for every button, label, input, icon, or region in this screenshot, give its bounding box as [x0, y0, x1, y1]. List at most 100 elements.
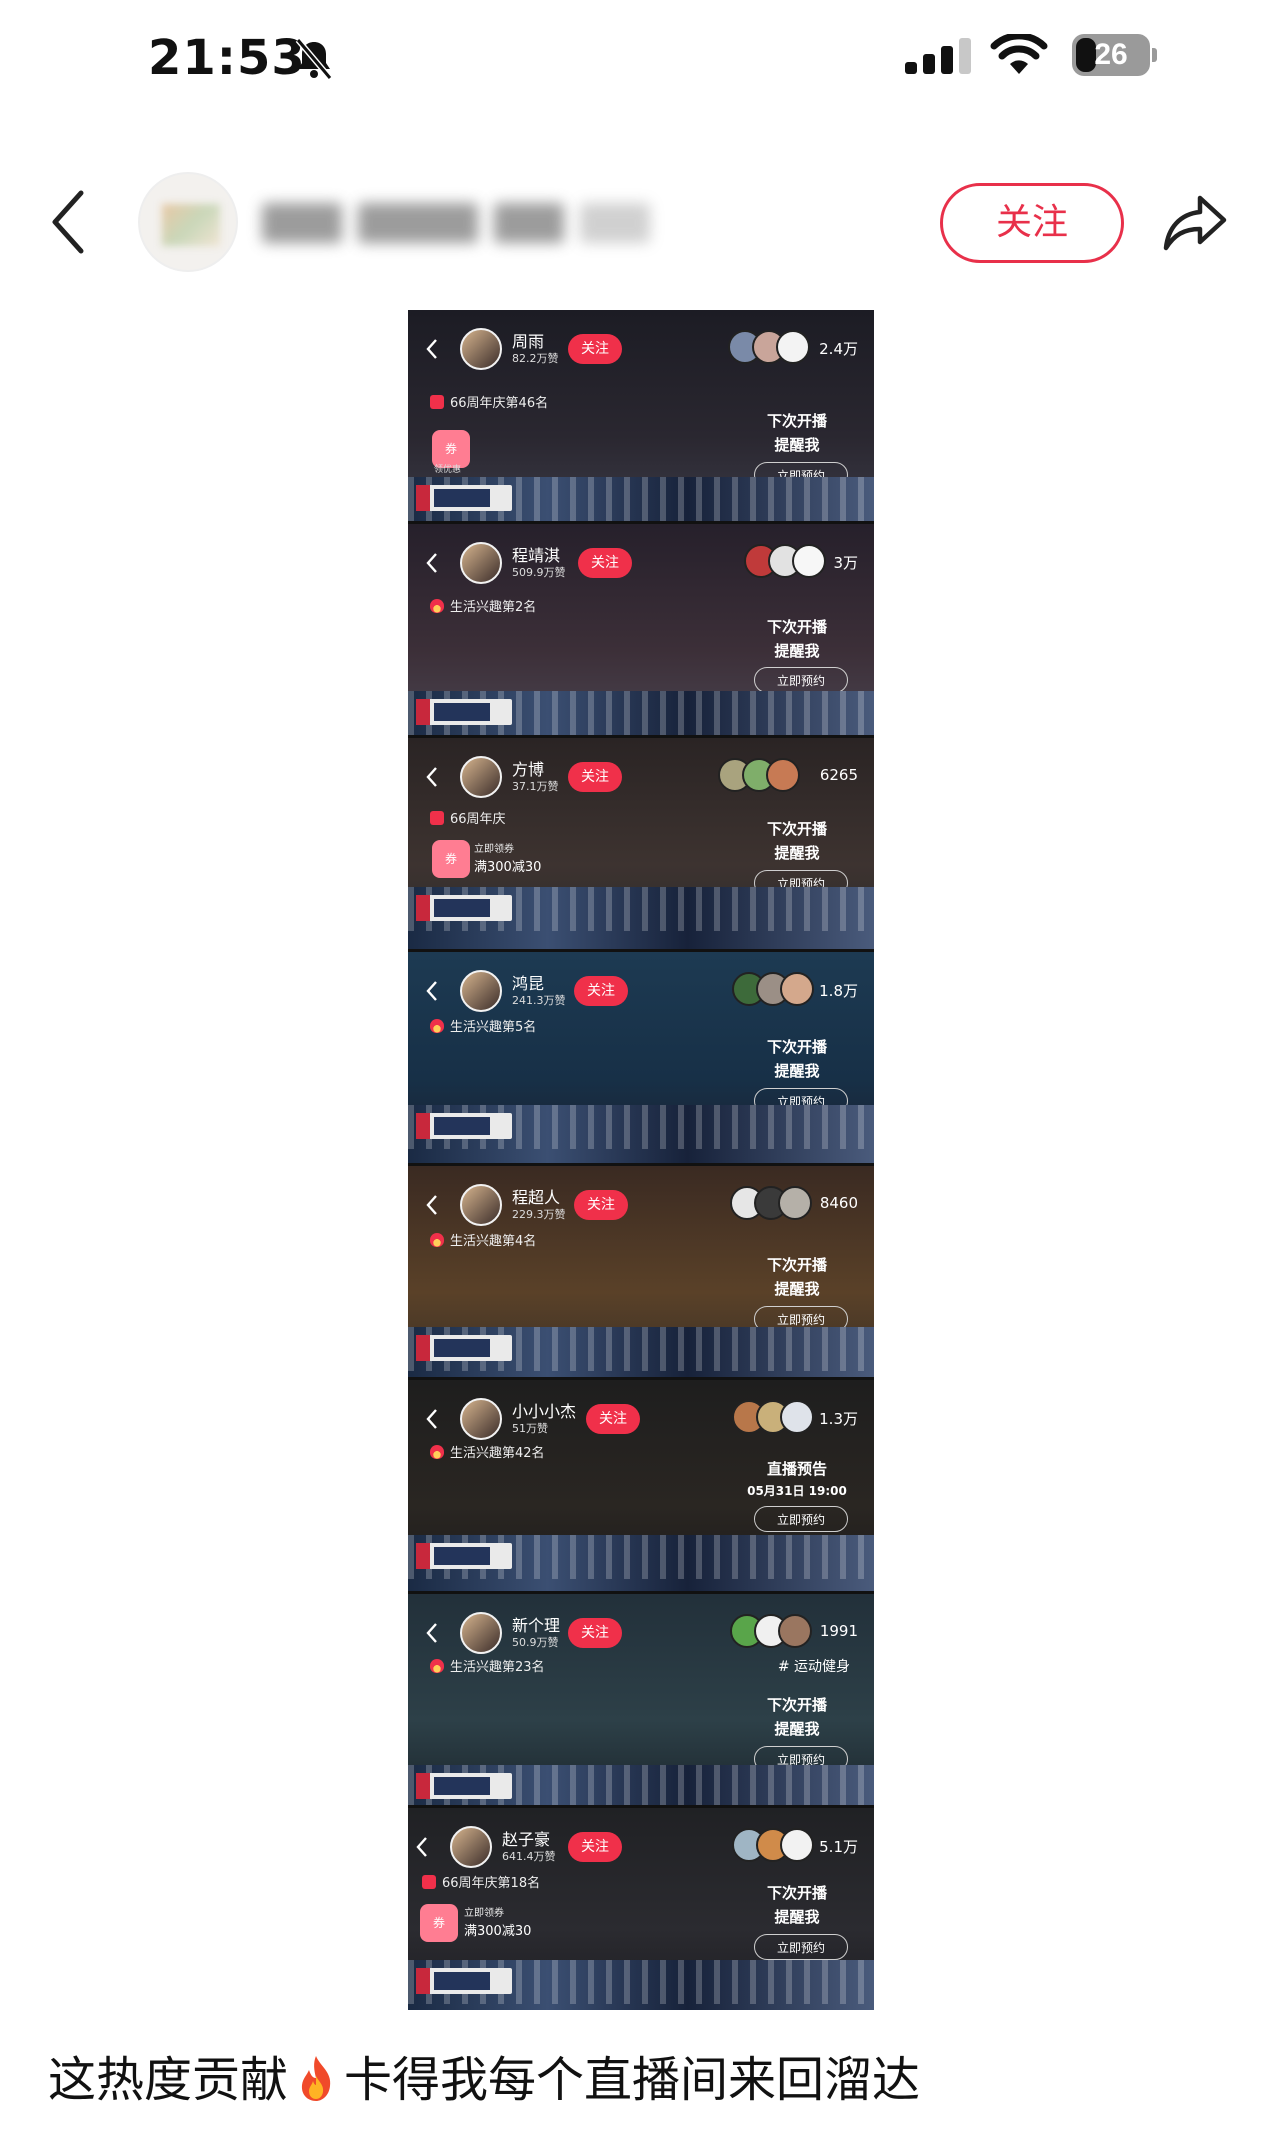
- author-name-blurred[interactable]: [262, 195, 652, 251]
- cart-icon: [422, 1875, 436, 1889]
- book-button[interactable]: 立即预约: [754, 1934, 848, 1960]
- streamer-likes: 51万赞: [512, 1422, 548, 1435]
- rank-text: 生活兴趣第4名: [450, 1234, 537, 1249]
- streamer-name: 鸿昆: [512, 974, 545, 993]
- fire-icon: [430, 1659, 444, 1673]
- streamer-avatar[interactable]: [460, 328, 502, 370]
- panel-follow-button[interactable]: 关注: [574, 1190, 628, 1220]
- streamer-avatar[interactable]: [460, 542, 502, 584]
- rank-label[interactable]: 生活兴趣第23名: [430, 1656, 545, 1675]
- viewer-count: 1.8万: [819, 982, 858, 1000]
- match-video-strip: [408, 691, 874, 735]
- streamer-avatar[interactable]: [460, 756, 502, 798]
- match-video-strip: [408, 477, 874, 521]
- match-video-strip: [408, 1327, 874, 1377]
- streamer-name: 方博: [512, 760, 545, 779]
- remind-me-label: 提醒我: [774, 1908, 820, 1926]
- live-room-panel[interactable]: 新个理 50.9万赞 关注 1991 生活兴趣第23名 # 运动健身 下次开播 …: [408, 1594, 874, 1805]
- remind-me-label: 提醒我: [774, 844, 820, 862]
- scoreboard-overlay: [416, 1113, 512, 1139]
- live-room-panel[interactable]: 小小小杰 51万赞 关注 1.3万 生活兴趣第42名 直播预告 05月31日 1…: [408, 1380, 874, 1591]
- coupon-icon[interactable]: 券: [432, 840, 470, 878]
- panel-follow-button[interactable]: 关注: [568, 1618, 622, 1648]
- cart-icon: [430, 395, 444, 409]
- remind-me-label: 提醒我: [774, 1062, 820, 1080]
- panel-follow-button[interactable]: 关注: [586, 1404, 640, 1434]
- panel-follow-button[interactable]: 关注: [568, 1832, 622, 1862]
- fire-emoji-icon: [301, 2056, 331, 2101]
- streamer-avatar[interactable]: [460, 1184, 502, 1226]
- live-room-panel[interactable]: 周雨 82.2万赞 关注 2.4万 66周年庆第46名 券 领优惠 下次开播 提…: [408, 310, 874, 521]
- streamer-likes: 50.9万赞: [512, 1636, 559, 1649]
- viewer-count: 1991: [819, 1622, 858, 1640]
- post-caption: 这热度贡献 卡得我每个直播间来回溜达: [48, 2040, 920, 2110]
- live-room-panel[interactable]: 程靖淇 509.9万赞 关注 3万 生活兴趣第2名 下次开播 提醒我 立即预约: [408, 524, 874, 735]
- panel-back-icon[interactable]: [426, 338, 438, 360]
- live-room-panel[interactable]: 鸿昆 241.3万赞 关注 1.8万 生活兴趣第5名 下次开播 提醒我 立即预约: [408, 952, 874, 1163]
- streamer-avatar[interactable]: [460, 1612, 502, 1654]
- rank-text: 66周年庆第46名: [450, 396, 549, 411]
- author-avatar[interactable]: [138, 172, 238, 272]
- viewer-avatars: [728, 330, 814, 366]
- streamer-avatar[interactable]: [460, 970, 502, 1012]
- follow-button[interactable]: 关注: [940, 183, 1124, 263]
- live-room-panel[interactable]: 方博 37.1万赞 关注 6265 66周年庆 券 立即领券 满300减30 下…: [408, 738, 874, 949]
- share-icon[interactable]: [1160, 192, 1230, 254]
- fire-icon: [430, 599, 444, 613]
- rank-label[interactable]: 66周年庆第18名: [422, 1872, 540, 1891]
- panel-back-icon[interactable]: [426, 1194, 438, 1216]
- streamer-name: 周雨: [512, 332, 545, 351]
- rank-text: 生活兴趣第42名: [450, 1446, 545, 1461]
- battery-indicator: 26: [1072, 34, 1160, 78]
- coupon-icon[interactable]: 券: [420, 1904, 458, 1942]
- panel-follow-button[interactable]: 关注: [568, 334, 622, 364]
- scoreboard-overlay: [416, 1773, 512, 1799]
- live-room-panel[interactable]: 程超人 229.3万赞 关注 8460 生活兴趣第4名 下次开播 提醒我 立即预…: [408, 1166, 874, 1377]
- rank-label[interactable]: 66周年庆: [430, 808, 506, 827]
- viewer-avatars: [732, 1828, 818, 1864]
- scoreboard-overlay: [416, 1335, 512, 1361]
- streamer-avatar[interactable]: [460, 1398, 502, 1440]
- caption-text-start: 这热度贡献: [48, 2052, 289, 2108]
- live-room-collage-image: 周雨 82.2万赞 关注 2.4万 66周年庆第46名 券 领优惠 下次开播 提…: [408, 310, 874, 2010]
- scoreboard-overlay: [416, 1543, 512, 1569]
- rank-label[interactable]: 生活兴趣第5名: [430, 1016, 536, 1035]
- panel-follow-button[interactable]: 关注: [578, 548, 632, 578]
- battery-nub: [1152, 48, 1157, 62]
- panel-back-icon[interactable]: [426, 552, 438, 574]
- panel-back-icon[interactable]: [426, 980, 438, 1002]
- wifi-icon: [990, 34, 1048, 74]
- streamer-name: 程超人: [512, 1188, 561, 1207]
- book-button[interactable]: 立即预约: [754, 1506, 848, 1532]
- coupon-value: 满300减30: [474, 860, 542, 875]
- next-live-label: 下次开播: [766, 1038, 827, 1056]
- back-arrow-icon[interactable]: [45, 185, 95, 259]
- live-room-panel[interactable]: 赵子豪 641.4万赞 关注 5.1万 66周年庆第18名 券 立即领券 满30…: [408, 1808, 874, 2010]
- rank-label[interactable]: 生活兴趣第4名: [430, 1230, 536, 1249]
- rank-label[interactable]: 生活兴趣第42名: [430, 1442, 545, 1461]
- panel-back-icon[interactable]: [426, 1622, 438, 1644]
- rank-label[interactable]: 生活兴趣第2名: [430, 596, 536, 615]
- rank-text: 66周年庆: [450, 812, 506, 827]
- scoreboard-overlay: [416, 1968, 512, 1994]
- panel-back-icon[interactable]: [426, 1408, 438, 1430]
- rank-label[interactable]: 66周年庆第46名: [430, 392, 548, 411]
- panel-follow-button[interactable]: 关注: [574, 976, 628, 1006]
- category-tag[interactable]: # 运动健身: [778, 1656, 850, 1676]
- fire-icon: [430, 1233, 444, 1247]
- next-live-label: 下次开播: [766, 618, 827, 636]
- panel-back-icon[interactable]: [416, 1836, 428, 1858]
- book-button[interactable]: 立即预约: [754, 667, 848, 693]
- rank-text: 生活兴趣第5名: [450, 1020, 537, 1035]
- match-video-strip: [408, 1765, 874, 1805]
- viewer-avatars: [744, 544, 830, 580]
- viewer-count: 2.4万: [819, 340, 858, 358]
- streamer-name: 赵子豪: [502, 1830, 551, 1849]
- streamer-avatar[interactable]: [450, 1826, 492, 1868]
- panel-follow-button[interactable]: 关注: [568, 762, 622, 792]
- viewer-avatars: [718, 758, 804, 794]
- match-video-strip: [408, 1535, 874, 1591]
- live-preview-time: 05月31日 19:00: [747, 1484, 847, 1498]
- viewer-count: 5.1万: [819, 1838, 858, 1856]
- panel-back-icon[interactable]: [426, 766, 438, 788]
